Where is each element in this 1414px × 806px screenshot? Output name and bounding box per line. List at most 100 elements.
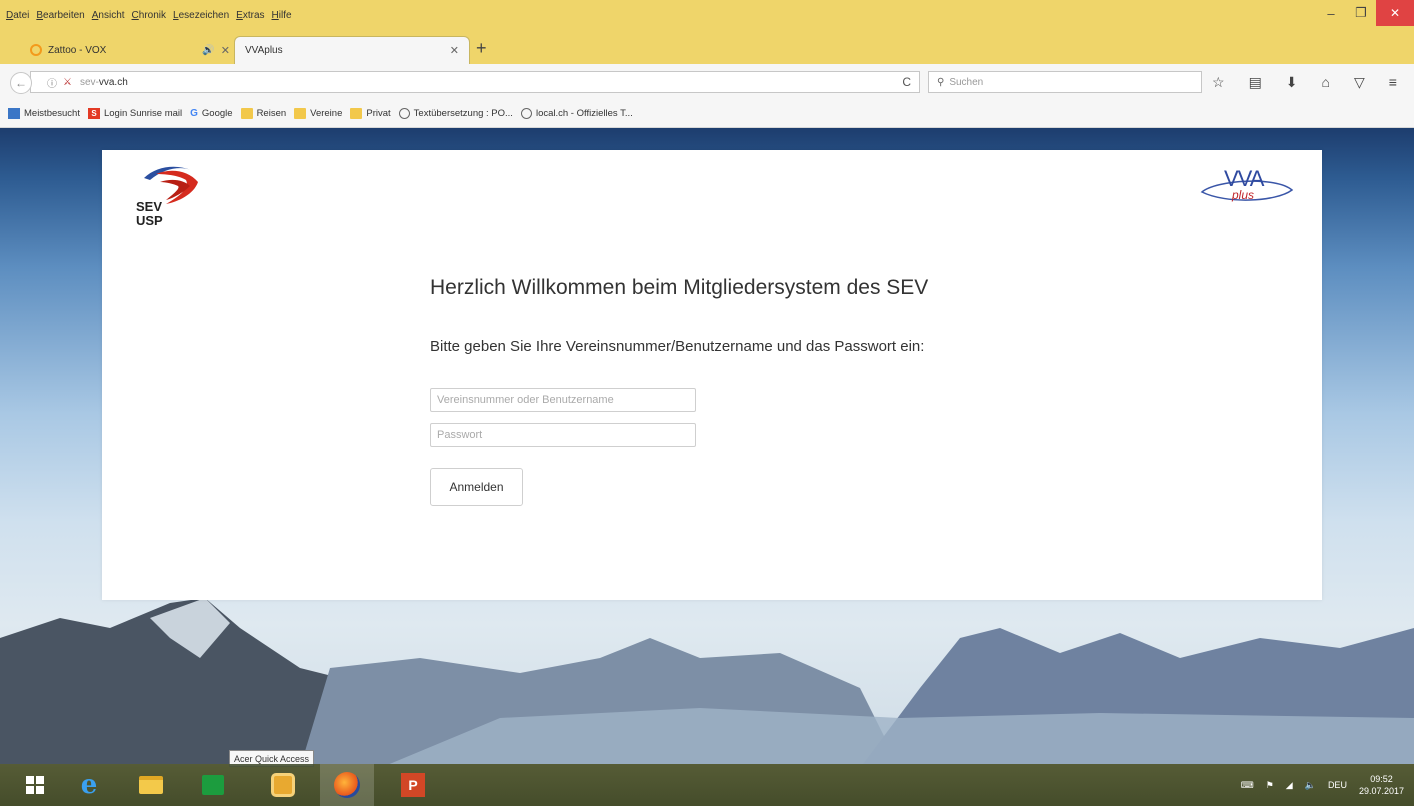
folder-icon <box>294 108 307 119</box>
vvaplus-logo: VVA plus <box>1196 162 1296 212</box>
bookmark-meistbesucht[interactable]: Meistbesucht <box>8 108 80 119</box>
tab-label: Zattoo - VOX <box>48 44 107 56</box>
url-prefix: sev- <box>79 76 99 88</box>
bookmark-textuebersetzung[interactable]: Textübersetzung : PO... <box>398 108 513 119</box>
folder-icon <box>350 108 363 119</box>
bookmark-label: Vereine <box>310 108 343 119</box>
keyboard-icon[interactable]: ⌨ <box>1241 780 1254 791</box>
most-visited-icon <box>8 108 20 119</box>
bookmark-label: Reisen <box>256 108 287 119</box>
close-tab-icon[interactable]: ✕ <box>450 44 459 57</box>
bookmark-local-ch[interactable]: local.ch - Offizielles T... <box>520 108 633 119</box>
start-button[interactable] <box>8 764 62 806</box>
star-icon[interactable]: ☆ <box>1212 74 1225 91</box>
bookmark-sunrise[interactable]: S Login Sunrise mail <box>87 108 183 119</box>
sev-swoosh-icon <box>144 166 198 204</box>
minimize-button[interactable]: – <box>1316 0 1346 26</box>
bookmark-label: Google <box>201 108 233 119</box>
bookmark-label: Privat <box>366 108 391 119</box>
store-icon <box>202 775 224 795</box>
url-domain: vva.ch <box>98 76 128 88</box>
menu-chronik[interactable]: Chronik <box>132 10 166 21</box>
speaker-icon[interactable]: 🔊 <box>202 45 214 56</box>
login-instruction: Bitte geben Sie Ihre Vereinsnummer/Benut… <box>430 338 925 355</box>
clock-time: 09:52 <box>1370 774 1393 784</box>
download-icon[interactable]: ⬇ <box>1286 74 1298 91</box>
zattoo-favicon-icon <box>30 44 42 56</box>
windows-taskbar: e P ⌨ ⚑ ◢ 🔈 DEU 09:52 29.07.2017 <box>0 764 1414 806</box>
search-placeholder: Suchen <box>949 76 984 88</box>
tab-bar: Zattoo - VOX 🔊 ✕ VVAplus ✕ <box>0 30 1414 64</box>
globe-icon <box>398 108 410 119</box>
close-tab-icon[interactable]: ✕ <box>221 44 230 57</box>
clock[interactable]: 09:52 29.07.2017 <box>1359 773 1404 797</box>
powerpoint-button[interactable]: P <box>386 764 440 806</box>
menu-datei[interactable]: Datei <box>6 10 29 21</box>
menu-hilfe[interactable]: Hilfe <box>272 10 292 21</box>
acer-quick-access-button[interactable] <box>256 764 310 806</box>
menu-lesezeichen[interactable]: Lesezeichen <box>173 10 229 21</box>
menu-items: Datei Bearbeiten Ansicht Chronik Lesezei… <box>6 10 292 21</box>
tab-vvaplus[interactable]: VVAplus ✕ <box>234 36 470 64</box>
login-card: SEV USP VVA plus Herzlich Willkommen bei… <box>102 150 1322 600</box>
menu-extras[interactable]: Extras <box>236 10 264 21</box>
home-icon[interactable]: ⌂ <box>1322 74 1330 91</box>
menu-ansicht[interactable]: Ansicht <box>92 10 125 21</box>
reload-icon[interactable]: C <box>902 75 911 89</box>
close-window-button[interactable]: ✕ <box>1376 0 1414 26</box>
window-controls: – ❐ ✕ <box>1316 0 1414 30</box>
logo-line-sev: SEV <box>136 199 163 214</box>
input-language[interactable]: DEU <box>1328 780 1347 790</box>
pocket-icon[interactable]: ▽ <box>1354 74 1365 91</box>
login-button[interactable]: Anmelden <box>430 468 523 506</box>
google-icon: G <box>190 108 198 119</box>
username-input[interactable] <box>430 388 696 412</box>
network-icon[interactable]: ◢ <box>1286 780 1293 791</box>
internet-explorer-icon: e <box>80 770 98 800</box>
bookmark-folder-privat[interactable]: Privat <box>350 108 391 119</box>
menu-bearbeiten[interactable]: Bearbeiten <box>36 10 84 21</box>
windows-logo-icon <box>26 776 44 794</box>
plus-text: plus <box>1232 188 1255 202</box>
internet-explorer-button[interactable]: e <box>62 764 116 806</box>
system-tray: ⌨ ⚑ ◢ 🔈 DEU 09:52 29.07.2017 <box>1241 764 1404 806</box>
bookmark-google[interactable]: G Google <box>190 108 232 119</box>
acer-quick-access-icon <box>271 773 295 797</box>
navigation-bar: ⓘ ⚔ sev- vva.ch C ← ⚲ Suchen ☆ ▤ ⬇ ⌂ ▽ ≡ <box>0 64 1414 100</box>
folder-icon <box>139 776 163 794</box>
powerpoint-icon: P <box>401 773 425 797</box>
page-title: Herzlich Willkommen beim Mitgliedersyste… <box>430 276 929 299</box>
tab-label: VVAplus <box>245 45 283 56</box>
page-viewport: SEV USP VVA plus Herzlich Willkommen bei… <box>0 128 1414 764</box>
new-tab-button[interactable]: + <box>476 38 487 58</box>
sev-usp-text: SEV USP <box>136 200 163 228</box>
sev-usp-logo: SEV USP <box>136 160 216 240</box>
password-input[interactable] <box>430 423 696 447</box>
menu-icon[interactable]: ≡ <box>1389 74 1397 91</box>
volume-icon[interactable]: 🔈 <box>1305 780 1316 791</box>
toolbar-icons: ☆ ▤ ⬇ ⌂ ▽ ≡ <box>1212 74 1397 91</box>
bookmark-label: Meistbesucht <box>24 108 80 119</box>
search-bar[interactable]: ⚲ Suchen <box>928 71 1202 93</box>
tab-zattoo[interactable]: Zattoo - VOX 🔊 ✕ <box>20 36 240 64</box>
back-button[interactable]: ← <box>10 72 32 94</box>
tracking-shield-icon[interactable]: ⚔ <box>63 77 72 88</box>
bookmark-label: Login Sunrise mail <box>103 108 183 119</box>
sunrise-icon: S <box>87 108 100 119</box>
file-explorer-button[interactable] <box>124 764 178 806</box>
url-bar[interactable]: ⓘ ⚔ sev- vva.ch C <box>30 71 920 93</box>
globe-icon <box>520 108 532 119</box>
maximize-button[interactable]: ❐ <box>1346 0 1376 26</box>
library-icon[interactable]: ▤ <box>1249 74 1262 91</box>
bookmark-folder-vereine[interactable]: Vereine <box>294 108 342 119</box>
bookmark-folder-reisen[interactable]: Reisen <box>240 108 287 119</box>
bookmark-label: Textübersetzung : PO... <box>413 108 513 119</box>
bookmarks-toolbar: Meistbesucht S Login Sunrise mail G Google… <box>0 100 1414 128</box>
firefox-button[interactable] <box>320 764 374 806</box>
search-icon: ⚲ <box>937 76 945 88</box>
store-button[interactable] <box>186 764 240 806</box>
info-icon[interactable]: ⓘ <box>47 75 57 90</box>
firefox-icon <box>334 772 360 798</box>
logo-line-usp: USP <box>136 213 163 228</box>
flag-icon[interactable]: ⚑ <box>1266 780 1274 791</box>
